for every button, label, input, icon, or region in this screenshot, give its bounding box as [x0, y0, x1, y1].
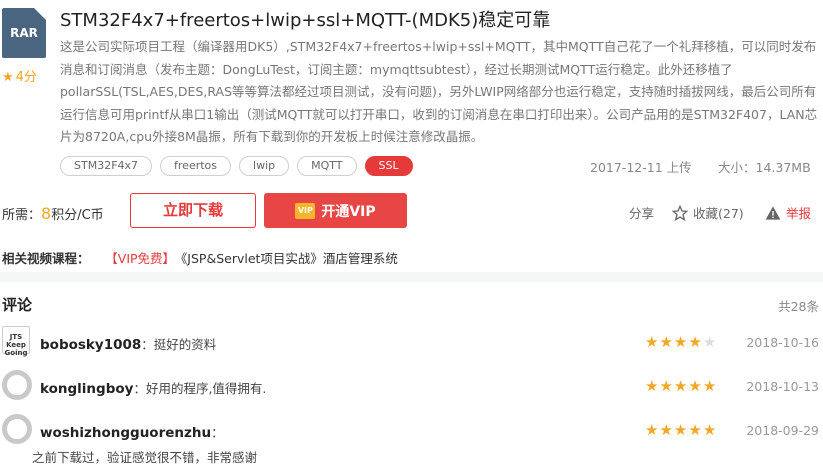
star-icon: ★	[645, 377, 659, 395]
comment-rating: ★ ★ ★ ★ ★	[645, 333, 716, 351]
tag-mqtt[interactable]: MQTT	[297, 156, 357, 176]
favorite-button[interactable]: 收藏(27)	[672, 203, 744, 222]
comment-date: 2018-09-29	[746, 423, 819, 438]
comments-title: 评论	[2, 296, 33, 314]
report-label: 举报	[786, 206, 812, 221]
comment-username[interactable]: konglingboy	[40, 381, 133, 397]
comment-text: ：	[211, 425, 224, 440]
resource-score: ★ 4分	[2, 66, 37, 85]
open-vip-button[interactable]: VIP 开通VIP	[264, 193, 407, 228]
comment-username[interactable]: bobosky1008	[40, 337, 141, 353]
price-prefix: 所需：	[2, 208, 42, 223]
open-vip-label: 开通VIP	[321, 203, 376, 220]
avatar[interactable]	[2, 414, 32, 444]
star-icon: ★	[673, 421, 688, 439]
comment-item: woshizhongguorenzhu： ★ ★ ★ ★ ★ 2018-09-29	[0, 414, 823, 448]
star-empty-icon: ★	[702, 333, 717, 351]
avatar[interactable]	[2, 370, 32, 400]
star-outline-icon	[672, 204, 688, 221]
tag-freertos[interactable]: freertos	[160, 156, 232, 176]
comment-rating: ★ ★ ★ ★ ★	[645, 421, 716, 439]
star-icon: ★	[645, 333, 659, 351]
comment-text: ：挺好的资料	[141, 337, 217, 352]
star-icon: ★	[673, 333, 688, 351]
related-courses: 相关视频课程： 【VIP免费】 《JSP&Servlet项目实战》酒店管理系统	[2, 248, 398, 267]
star-icon: ★	[702, 421, 717, 439]
star-icon: ★	[688, 333, 702, 351]
share-label: 分享	[629, 206, 655, 221]
related-label: 相关视频课程：	[2, 251, 90, 266]
tag-lwip[interactable]: lwip	[239, 156, 290, 176]
star-icon: ★	[2, 70, 14, 85]
upload-date: 2017-12-11 上传	[590, 160, 692, 175]
tag-ssl[interactable]: SSL	[364, 156, 413, 176]
comment-item: JTS Keep Going bobosky1008：挺好的资料 ★ ★ ★ ★ ★ 2…	[0, 326, 823, 360]
related-course-link[interactable]: 《JSP&Servlet项目实战》酒店管理系统	[181, 251, 398, 266]
star-icon: ★	[659, 421, 673, 439]
comment-item: konglingboy：好用的程序,值得拥有. ★ ★ ★ ★ ★ 2018-10-13	[0, 370, 823, 404]
star-icon: ★	[659, 377, 673, 395]
favorite-label: 收藏(27)	[693, 206, 744, 221]
price-unit: 积分/C币	[51, 208, 104, 223]
resource-description: 这是公司实际项目工程（编译器用DK5）,STM32F4x7+freertos+l…	[60, 39, 818, 144]
share-button[interactable]: 分享	[629, 203, 654, 222]
comment-text: ：好用的程序,值得拥有.	[133, 381, 267, 396]
comment-rating: ★ ★ ★ ★ ★	[645, 377, 716, 395]
warning-icon	[765, 205, 781, 220]
file-size: 大小：14.37MB	[718, 160, 811, 175]
star-icon: ★	[688, 377, 702, 395]
file-extension: RAR	[10, 26, 38, 40]
star-icon: ★	[659, 333, 673, 351]
comment-date: 2018-10-16	[746, 335, 819, 350]
tag-list: STM32F4x7 freertos lwip MQTT SSL	[60, 156, 413, 176]
section-divider	[0, 272, 823, 282]
comments-count: 共28条	[778, 299, 819, 314]
price-value: 8	[41, 204, 52, 223]
download-button[interactable]: 立即下载	[130, 193, 256, 228]
vip-crown-icon: VIP	[295, 202, 316, 219]
tag-stm32[interactable]: STM32F4x7	[60, 156, 153, 176]
star-icon: ★	[645, 421, 659, 439]
comment-username[interactable]: woshizhongguorenzhu	[40, 425, 211, 441]
price: 所需：8积分/C币	[2, 204, 104, 223]
resource-title: STM32F4x7+freertos+lwip+ssl+MQTT-(MDK5)稳…	[60, 10, 551, 31]
star-icon: ★	[688, 421, 702, 439]
score-value: 4分	[15, 70, 37, 85]
comment-date: 2018-10-13	[746, 379, 819, 394]
report-button[interactable]: 举报	[765, 203, 811, 222]
star-icon: ★	[702, 377, 717, 395]
comment-body: 之前下载过，验证感觉很不错，非常感谢	[32, 450, 258, 465]
file-corner-fold	[34, 8, 46, 20]
star-icon: ★	[673, 377, 688, 395]
rar-file-icon: RAR	[2, 8, 46, 58]
vip-free-tag[interactable]: 【VIP免费】	[112, 251, 176, 266]
avatar[interactable]: JTS Keep Going	[2, 326, 30, 357]
